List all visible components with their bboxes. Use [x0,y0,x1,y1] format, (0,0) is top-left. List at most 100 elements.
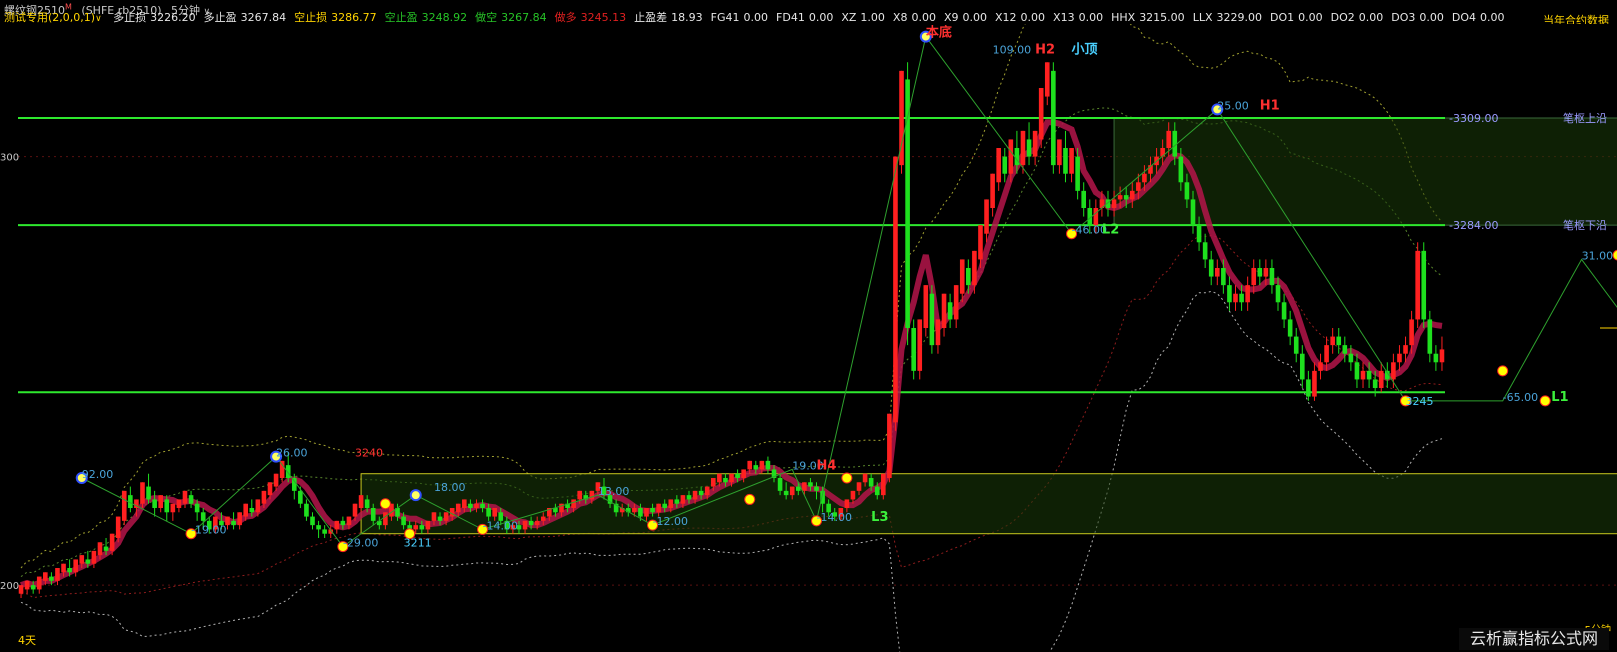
candle-body [638,508,643,517]
annotation-label: H1 [1260,98,1280,113]
candle-body [492,508,497,517]
candle-body [1251,268,1257,286]
candle-body [1397,353,1402,363]
candle-body [115,516,121,538]
candle-body [941,293,947,328]
candle-body [237,512,242,526]
annotation-label: 本底 [926,25,952,41]
days-label: 4天 [18,634,36,647]
candle-body [1336,336,1342,346]
annotation-label: -19.00 [191,524,226,537]
candle-body [1360,370,1366,380]
candle-body [656,503,661,513]
stat-value: 3248.92 [421,11,468,24]
annotation-label: -65.00 [1503,391,1538,404]
candle-body [674,499,680,504]
stat-item: 空止盈 3248.92 [385,11,468,24]
candle-body [1032,130,1038,157]
stat-item: X12 0.00 [995,11,1045,24]
annotation-label: -12.00 [653,515,688,528]
annotation-label: 25.00 [1217,99,1249,112]
candle-body [759,460,765,470]
candle-body [1093,208,1099,226]
candle-body [528,520,534,526]
stat-label: LLX [1192,11,1213,24]
boll-lower-band [20,290,1443,652]
stat-item: DO2 0.00 [1331,11,1384,24]
candle-body [1044,62,1050,97]
candle-body [729,473,734,483]
stat-value: 18.93 [671,11,703,24]
stat-value: 3286.77 [331,11,377,24]
candle-body [358,495,364,508]
swing-marker [409,489,422,502]
candle-body [97,542,103,556]
annotation-label: -14.00 [483,519,518,532]
candle-body [61,563,66,573]
candle-body [540,516,546,521]
stat-item: DO1 0.00 [1270,11,1323,24]
candle-body [1312,370,1317,397]
stat-label: X12 [995,11,1017,24]
stat-label: DO3 [1391,11,1416,24]
candle-body [182,490,188,504]
candle-body [73,559,78,573]
candle-body [18,585,24,594]
candle-body [1421,250,1427,320]
candle-body [109,533,115,551]
candlestick-chart[interactable]: 300 200 -3309.00 笔枢上沿 -3284.00 笔枢下沿 92.00 26.00… [0,24,1617,652]
candle-body [953,285,959,320]
candle-body [486,508,491,517]
stat-label: DO1 [1269,11,1295,24]
candle-body [978,225,983,260]
signal-dot [379,498,391,510]
candle-body [571,499,576,508]
symbol-sup: M [65,2,72,11]
candle-body [747,460,753,470]
indicator-selector[interactable]: 测试专用(2,0,0,1)∨ [4,11,102,25]
candle-body [1129,190,1135,200]
candle-body [480,503,485,508]
annotation-label: -29.00 [343,537,378,550]
candle-body [1038,88,1044,140]
candle-body [735,473,740,478]
signal-dot [1497,365,1509,377]
candle-body [911,328,916,371]
stat-value: 3226.20 [150,11,196,24]
candle-body [1020,130,1026,166]
level-value-label: -3284.00 [1449,219,1498,232]
stat-value: 3245.13 [580,11,627,24]
candle-body [1184,182,1190,200]
candle-body [710,478,716,487]
candle-body [1299,353,1305,380]
stat-value: 3215.00 [1139,11,1185,24]
candle-body [1233,293,1238,303]
annotation-label: L1 [1551,390,1568,405]
stat-value: 0.00 [1358,11,1384,24]
candle-body [1263,268,1269,277]
yellow-zone-box [360,473,1617,535]
y-tick-label: 200 [0,581,19,592]
candle-body [893,156,898,423]
candle-body [632,508,637,513]
candle-body [298,490,303,504]
annotation-label: -14.00 [817,511,852,524]
candle-body [1324,345,1329,363]
candle-body [85,559,91,564]
annotation-label: H4 [817,458,837,473]
stat-value: 0.00 [962,11,988,24]
stat-item: DO3 0.00 [1391,11,1444,24]
candle-body [1166,130,1172,148]
stat-item: 止盈差 18.93 [634,11,703,24]
candle-body [370,508,376,521]
candle-body [1427,319,1433,354]
candle-body [273,473,279,487]
candle-body [249,508,255,513]
stat-value: 0.00 [1419,11,1444,24]
annotation-label: 109.00 [993,44,1031,57]
candle-body [1245,285,1250,303]
candle-body [1069,148,1074,174]
annotation-label: 31.00 [1582,249,1614,262]
candle-body [1439,349,1445,363]
candle-body [1306,379,1311,397]
